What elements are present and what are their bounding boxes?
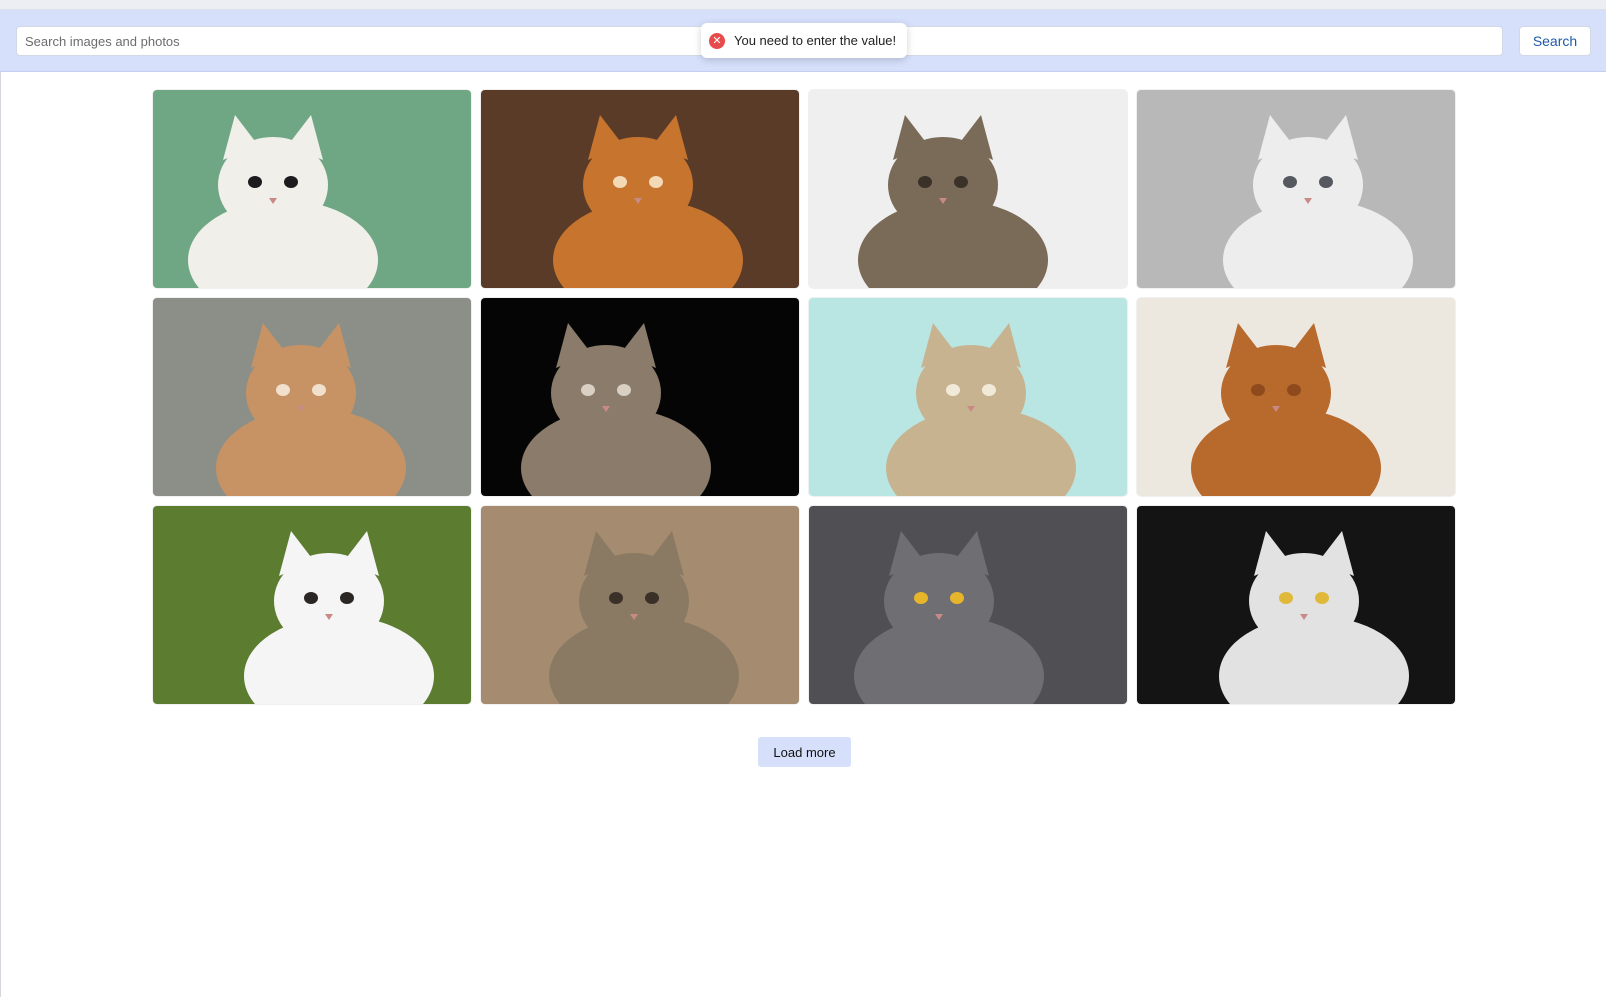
gallery-image[interactable] [1137,506,1455,704]
gallery-image[interactable] [153,298,471,496]
cat-photo [1137,506,1455,704]
cat-photo [153,298,471,496]
gallery-image[interactable] [1137,90,1455,288]
image-gallery [153,90,1455,704]
gallery-image[interactable] [809,90,1127,288]
gallery-image[interactable] [481,506,799,704]
gallery-image[interactable] [481,90,799,288]
cat-photo [809,298,1127,496]
gallery-image[interactable] [1137,298,1455,496]
gallery-image[interactable] [809,298,1127,496]
load-more-button[interactable]: Load more [758,737,851,767]
cat-photo [1137,90,1455,288]
cat-photo [809,90,1127,288]
cat-photo [809,506,1127,704]
notification-message: You need to enter the value! [734,33,897,48]
gallery-image[interactable] [153,90,471,288]
cat-photo [153,506,471,704]
cat-photo [481,298,799,496]
error-circle-icon: ✕ [709,32,725,49]
cat-photo [153,90,471,288]
search-button[interactable]: Search [1519,26,1591,56]
cat-photo [481,506,799,704]
cat-photo [1137,298,1455,496]
gallery-image[interactable] [809,506,1127,704]
browser-top-strip [0,0,1606,10]
gallery-image[interactable] [481,298,799,496]
page-border [0,72,1,997]
cat-photo [481,90,799,288]
gallery-image[interactable] [153,506,471,704]
error-notification: ✕ You need to enter the value! [701,23,907,58]
